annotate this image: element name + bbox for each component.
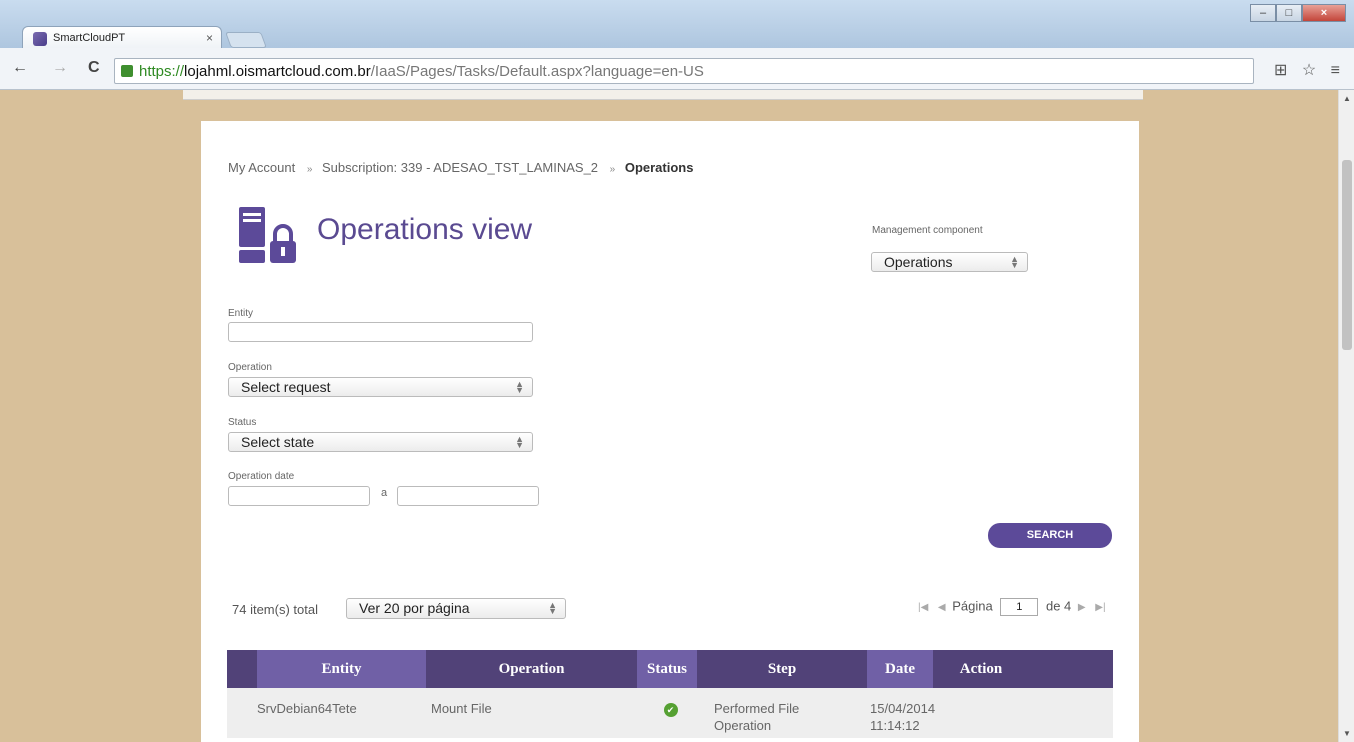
scroll-down-icon[interactable]: ▼ [1343,729,1351,738]
lock-icon [121,65,133,77]
date-line1: 15/04/2014 [870,701,936,716]
table-header: Entity Operation Status Step Date Action [227,650,1113,688]
pager-of: de 4 [1045,598,1072,614]
breadcrumb-subscription[interactable]: Subscription: 339 - ADESAO_TST_LAMINAS_2 [322,160,598,175]
url-path: /IaaS/Pages/Tasks/Default.aspx?language=… [370,63,704,80]
breadcrumb-current: Operations [624,160,694,175]
operation-select[interactable]: Select request ▲ ▼ [228,377,533,397]
tab-close-icon[interactable]: × [206,31,213,45]
site-favicon-icon [33,32,47,46]
header-step[interactable]: Step [697,650,867,688]
select-arrows-icon: ▲ ▼ [1010,254,1019,270]
breadcrumb-separator: » [306,164,313,175]
operation-label: Operation [228,362,272,373]
maximize-button[interactable]: □ [1276,4,1302,22]
toolbar-icons: ⊞ ☆ ≡ [1264,60,1340,80]
pager-label: Página [952,598,993,614]
select-arrows-icon: ▲ ▼ [515,434,524,450]
management-component-value: Operations [884,254,953,270]
management-component-label: Management component [872,225,983,236]
back-icon[interactable]: ← [12,59,28,77]
success-check-icon: ✔ [663,703,678,717]
menu-icon[interactable]: ≡ [1331,62,1340,79]
first-page-icon[interactable]: |◀ [918,602,928,613]
status-label: Status [228,417,257,428]
operation-value: Select request [241,379,331,395]
new-tab-button[interactable] [225,32,267,48]
forward-icon[interactable]: → [52,59,68,77]
entity-label: Entity [228,308,254,319]
cell-entity: SrvDebian64Tete [257,701,357,716]
url-scheme: https:// [139,63,185,80]
content-card: My Account » Subscription: 339 - ADESAO_… [201,121,1139,742]
last-page-icon[interactable]: ▶| [1095,602,1105,613]
breadcrumb-separator: » [609,164,616,175]
table-row[interactable]: SrvDebian64Tete Mount File ✔ Performed F… [227,688,1113,738]
tab-title: SmartCloudPT [53,32,126,44]
header-date[interactable]: Date [867,650,933,688]
header-entity[interactable]: Entity [257,650,426,688]
per-page-select[interactable]: Ver 20 por página ▲ ▼ [346,598,566,619]
bookmark-star-icon[interactable]: ☆ [1302,62,1316,79]
header-operation[interactable]: Operation [426,650,637,688]
cell-operation: Mount File [431,701,492,716]
cell-status: ✔ [641,688,700,738]
browser-tab[interactable]: SmartCloudPT × [22,26,222,50]
vertical-scrollbar[interactable]: ▲ ▼ [1338,90,1354,742]
step-line1: Performed File [714,701,800,716]
server-lock-icon [239,207,296,263]
page-viewport: My Account » Subscription: 339 - ADESAO_… [0,90,1338,742]
next-page-icon[interactable]: ▶ [1078,602,1086,613]
header-strip [183,90,1143,100]
breadcrumb: My Account » Subscription: 339 - ADESAO_… [228,160,693,175]
select-arrows-icon: ▲ ▼ [548,600,557,616]
window-controls: – □ × [1250,4,1346,22]
row-spacer [227,688,257,738]
cell-action [980,688,1076,738]
date-to-input[interactable] [397,486,539,506]
entity-input[interactable] [228,322,533,342]
address-bar[interactable]: https://lojahml.oismartcloud.com.br/IaaS… [114,58,1254,84]
translate-icon[interactable]: ⊞ [1274,62,1287,79]
results-total: 74 item(s) total [232,602,318,617]
pager: |◀ ◀ Página 1 de 4 ▶ ▶| [915,598,1109,616]
prev-page-icon[interactable]: ◀ [938,602,946,613]
header-status[interactable]: Status [637,650,697,688]
status-select[interactable]: Select state ▲ ▼ [228,432,533,452]
management-component-select[interactable]: Operations ▲ ▼ [871,252,1028,272]
date-line2: 11:14:12 [870,718,920,733]
breadcrumb-my-account[interactable]: My Account [228,160,295,175]
header-spacer [227,650,257,688]
url-host: lojahml.oismartcloud.com.br [184,63,371,80]
cell-date: 15/04/2014 11:14:12 [870,688,980,738]
status-value: Select state [241,434,315,450]
reload-icon[interactable]: C [88,59,100,77]
cell-step: Performed File Operation [700,688,870,738]
page-number-input[interactable]: 1 [1000,598,1039,616]
page-title: Operations view [317,213,533,246]
browser-titlebar: SmartCloudPT × – □ × [0,0,1354,50]
operation-date-label: Operation date [228,471,295,482]
date-range-separator: a [381,487,388,499]
minimize-button[interactable]: – [1250,4,1276,22]
scrollbar-thumb[interactable] [1342,160,1352,350]
scroll-up-icon[interactable]: ▲ [1343,94,1351,103]
header-action: Action [959,660,1003,677]
step-line2: Operation [714,718,772,733]
search-button[interactable]: SEARCH [988,523,1112,548]
date-from-input[interactable] [228,486,370,506]
per-page-value: Ver 20 por página [359,600,470,616]
window-close-button[interactable]: × [1302,4,1346,22]
select-arrows-icon: ▲ ▼ [515,379,524,395]
